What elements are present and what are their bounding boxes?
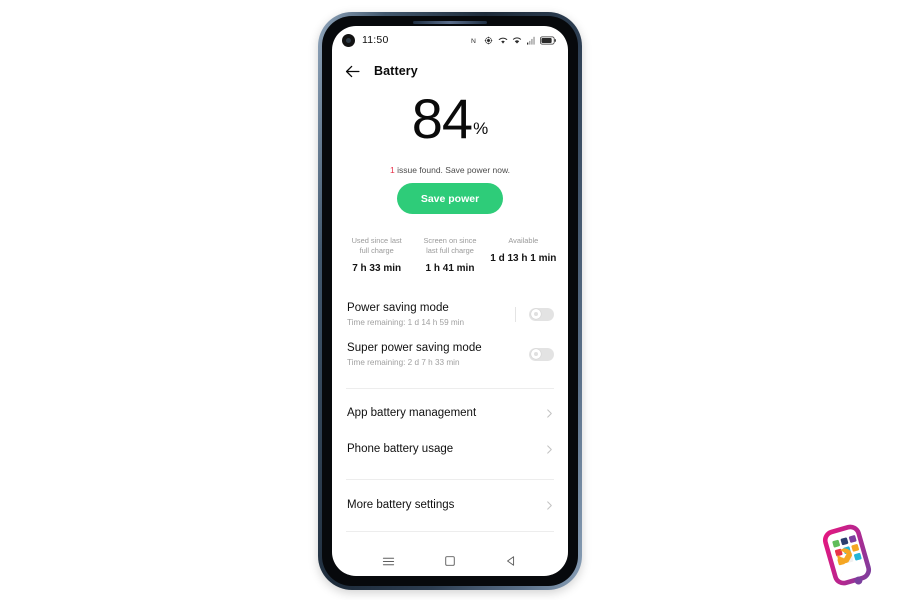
phone-repair-logo (822, 524, 872, 586)
toggle-super-power-saving-mode[interactable] (529, 347, 554, 361)
stat-label: Available (508, 236, 539, 246)
back-arrow-icon[interactable] (344, 63, 361, 80)
phone-bezel: 11:50 N Battery 84 % 1 issue found. Save… (322, 16, 578, 586)
front-camera-punch-hole (342, 33, 355, 47)
stat-value: 1 h 41 min (425, 263, 475, 275)
issue-text: issue found. Save power now. (394, 165, 511, 176)
wifi-icon (498, 37, 507, 44)
speaker-grille (413, 21, 487, 24)
chevron-right-icon (547, 445, 552, 454)
stat-available: Available 1 d 13 h 1 min (487, 236, 560, 274)
link-label: More battery settings (347, 499, 455, 512)
row-super-power-saving-mode[interactable]: Super power saving mode Time remaining: … (332, 334, 568, 374)
mode-title: Super power saving mode (347, 341, 482, 354)
nfc-icon: N (471, 37, 476, 44)
mode-subtitle: Time remaining: 2 d 7 h 33 min (347, 357, 460, 367)
toggle-knob (530, 349, 541, 360)
battery-stats-row: Used since last full charge 7 h 33 min S… (332, 236, 568, 274)
toggle-power-saving-mode[interactable] (529, 307, 554, 321)
stat-used-since-charge: Used since last full charge 7 h 33 min (340, 236, 413, 274)
chevron-right-icon (547, 409, 552, 418)
back-button[interactable] (503, 553, 519, 569)
phone-screen: 11:50 N Battery 84 % 1 issue found. Save… (332, 26, 568, 576)
home-square-icon (445, 556, 455, 566)
mode-text: Power saving mode Time remaining: 1 d 14… (347, 302, 515, 327)
section-divider (346, 531, 554, 533)
menu-icon (383, 557, 395, 565)
recents-button[interactable] (381, 553, 397, 569)
back-triangle-icon (507, 556, 515, 566)
save-power-button[interactable]: Save power (397, 183, 503, 215)
power-saving-modes-section: Power saving mode Time remaining: 1 d 14… (332, 294, 568, 374)
link-label: Phone battery usage (347, 443, 454, 456)
section-divider (346, 388, 554, 390)
more-settings-section: More battery settings (332, 487, 568, 523)
row-power-saving-mode[interactable]: Power saving mode Time remaining: 1 d 14… (332, 294, 568, 334)
status-bar: 11:50 N (332, 26, 568, 54)
link-label: App battery management (347, 407, 477, 420)
android-navigation-bar (332, 546, 568, 576)
row-phone-battery-usage[interactable]: Phone battery usage (332, 431, 568, 467)
page-title: Battery (374, 64, 418, 78)
stat-label: Screen on since last full charge (423, 236, 477, 256)
issue-message: 1 issue found. Save power now. (332, 165, 568, 175)
status-time: 11:50 (362, 34, 389, 46)
battery-percent-display: 84 % (332, 87, 568, 150)
signal-alt-icon (512, 36, 522, 43)
mode-title: Power saving mode (347, 301, 449, 314)
stat-screen-on-since-charge: Screen on since last full charge 1 h 41 … (413, 236, 486, 274)
stat-value: 1 d 13 h 1 min (490, 253, 557, 265)
phone-device: 11:50 N Battery 84 % 1 issue found. Save… (318, 12, 582, 590)
mode-subtitle: Time remaining: 1 d 14 h 59 min (347, 317, 465, 327)
signal-bars-icon (526, 36, 535, 45)
status-icons: N (471, 36, 557, 45)
mode-text: Super power saving mode Time remaining: … (347, 342, 529, 367)
row-more-battery-settings[interactable]: More battery settings (332, 487, 568, 523)
battery-links-section: App battery management Phone battery usa… (332, 395, 568, 467)
battery-percent-unit: % (473, 119, 489, 139)
app-header: Battery (332, 54, 568, 88)
stat-value: 7 h 33 min (352, 263, 402, 275)
chevron-right-icon (547, 501, 552, 510)
location-icon (484, 36, 493, 44)
stat-label: Used since last full charge (351, 236, 402, 256)
battery-percent-value: 84 (411, 87, 473, 150)
svg-text:N: N (471, 37, 476, 44)
section-divider (346, 479, 554, 481)
battery-icon (540, 36, 556, 45)
row-app-battery-management[interactable]: App battery management (332, 395, 568, 431)
home-button[interactable] (442, 553, 458, 569)
vertical-divider (515, 306, 516, 322)
toggle-knob (530, 309, 541, 320)
